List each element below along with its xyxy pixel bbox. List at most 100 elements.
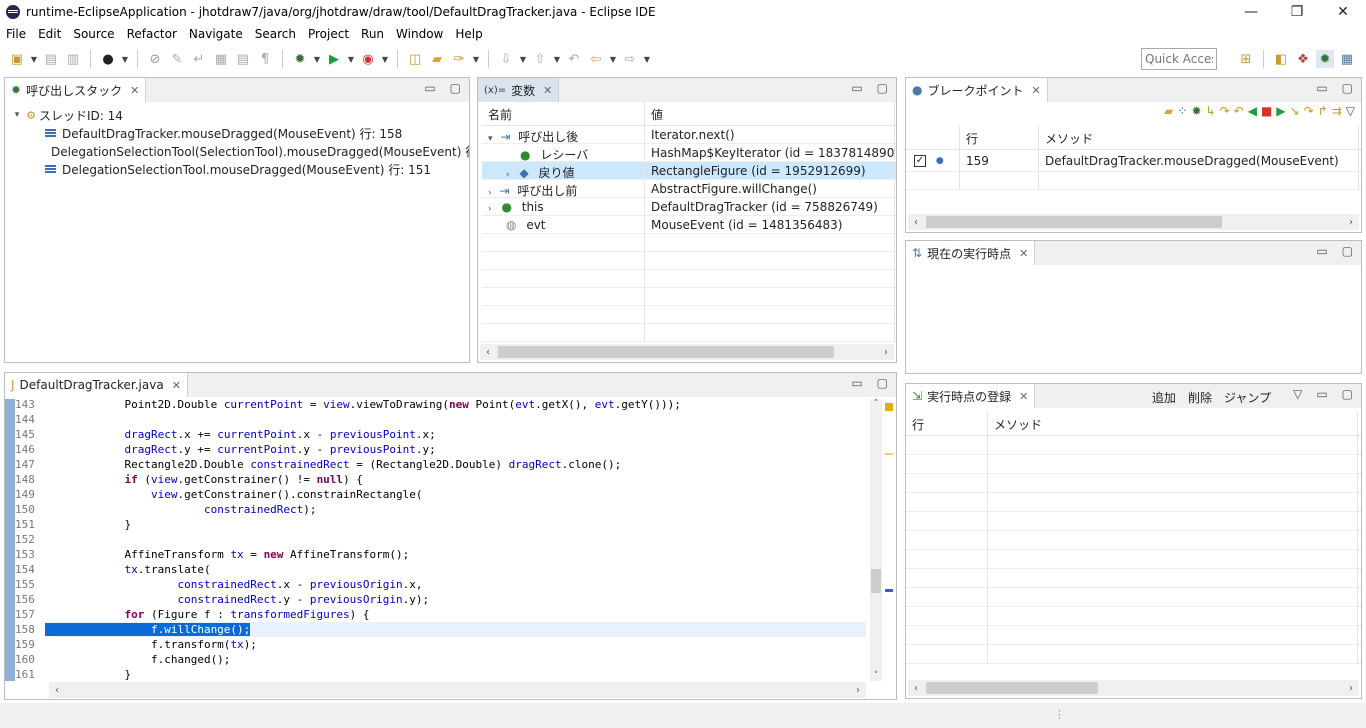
stop-icon[interactable]: ■ [1261, 104, 1272, 118]
forward-icon[interactable]: ⇨ [621, 50, 639, 68]
table-row[interactable]: ◍ evt MouseEvent (id = 1481356483) [482, 216, 896, 234]
table-row[interactable]: ▾ ⇥ 呼び出し後 Iterator.next() [482, 126, 896, 144]
minimize-icon[interactable]: ▭ [851, 81, 862, 95]
code-line[interactable]: 153 AffineTransform tx = new AffineTrans… [5, 547, 866, 562]
code-line[interactable]: 147 Rectangle2D.Double constrainedRect =… [5, 457, 866, 472]
close-icon[interactable]: ✕ [1019, 390, 1028, 403]
run-external-icon[interactable]: ◉ [359, 50, 377, 68]
add-button[interactable]: 追加 [1152, 389, 1176, 406]
code-line[interactable]: 155 constrainedRect.x - previousOrigin.x… [5, 577, 866, 592]
chevron-down-icon[interactable]: ▾ [488, 134, 493, 143]
table-row[interactable]: ● レシーバ HashMap$KeyIterator (id = 1837814… [482, 144, 896, 162]
new-icon[interactable]: ▣ [8, 50, 26, 68]
scroll-thumb[interactable] [926, 682, 1098, 694]
scroll-left-icon[interactable]: ‹ [480, 347, 496, 358]
scroll-right-icon[interactable]: › [850, 685, 866, 696]
code-line[interactable]: 146 dragRect.y += currentPoint.y - previ… [5, 442, 866, 457]
step-over-forward-icon[interactable]: ↷ [1304, 104, 1314, 118]
chevron-right-icon[interactable]: › [488, 188, 492, 197]
code-line[interactable]: 161 } [5, 667, 866, 682]
forward-dropdown-icon[interactable]: ▼ [643, 50, 651, 68]
maximize-icon[interactable]: ▢ [877, 376, 888, 390]
menu-source[interactable]: Source [67, 27, 120, 41]
back-icon[interactable]: ⇦ [587, 50, 605, 68]
close-icon[interactable]: ✕ [172, 379, 181, 392]
run-dropdown-icon[interactable]: ▼ [347, 50, 355, 68]
save-all-icon[interactable]: ▥ [64, 50, 82, 68]
column-header-line[interactable]: 行 [906, 412, 988, 435]
menu-edit[interactable]: Edit [32, 27, 67, 41]
search-tool-icon[interactable]: ✑ [450, 50, 468, 68]
column-header-line[interactable]: 行 [960, 126, 1039, 149]
scroll-left-icon[interactable]: ‹ [908, 217, 924, 228]
horizontal-scrollbar[interactable]: ‹ › [908, 680, 1359, 696]
last-edit-icon[interactable]: ↶ [565, 50, 583, 68]
horizontal-scrollbar[interactable]: ‹ › [908, 214, 1359, 230]
drop-frame-icon[interactable]: ▦ [212, 50, 230, 68]
code-line[interactable]: 158 f.willChange(); [5, 622, 866, 637]
scroll-thumb[interactable] [926, 216, 1222, 228]
open-perspective-icon[interactable]: ⊞ [1237, 50, 1255, 68]
menu-navigate[interactable]: Navigate [183, 27, 249, 41]
occurrence-marker[interactable] [885, 453, 893, 455]
code-line[interactable]: 154 tx.translate( [5, 562, 866, 577]
close-icon[interactable]: ✕ [130, 84, 139, 97]
code-line[interactable]: 152 [5, 532, 866, 547]
scroll-left-icon[interactable]: ‹ [49, 685, 65, 696]
minimize-icon[interactable]: ▭ [1316, 81, 1327, 95]
skip-breakpoints-icon[interactable]: ⊘ [146, 50, 164, 68]
layout-perspective-icon[interactable]: ▦ [1338, 50, 1356, 68]
delete-button[interactable]: 削除 [1188, 389, 1212, 406]
pen-icon[interactable]: ✎ [168, 50, 186, 68]
maximize-icon[interactable]: ▢ [877, 81, 888, 95]
code-line[interactable]: 160 f.changed(); [5, 652, 866, 667]
open-folder-icon[interactable]: ▰ [1164, 104, 1173, 118]
jump-button[interactable]: ジャンプ [1224, 389, 1271, 406]
code-line[interactable]: 159 f.transform(tx); [5, 637, 866, 652]
step-return-icon[interactable]: ↵ [190, 50, 208, 68]
git-perspective-icon[interactable]: ❖ [1294, 50, 1312, 68]
scroll-down-icon[interactable]: ˅ [870, 671, 882, 681]
add-breakpoint-icon[interactable]: ⁘ [1177, 104, 1187, 118]
code-line[interactable]: 156 constrainedRect.y - previousOrigin.y… [5, 592, 866, 607]
prev-annotation-icon[interactable]: ⇧ [531, 50, 549, 68]
maximize-icon[interactable]: ▢ [450, 81, 461, 95]
next-annotation-icon[interactable]: ⇩ [497, 50, 515, 68]
open-type-icon[interactable]: ◫ [406, 50, 424, 68]
scroll-right-icon[interactable]: › [878, 347, 894, 358]
close-icon[interactable]: ✕ [1032, 84, 1041, 97]
debug-config-icon[interactable]: ✹ [1191, 104, 1201, 118]
save-icon[interactable]: ▤ [42, 50, 60, 68]
tab-breakpoints[interactable]: ● ブレークポイント ✕ [906, 78, 1048, 102]
code-line[interactable]: 143 Point2D.Double currentPoint = view.v… [5, 397, 866, 412]
scroll-left-icon[interactable]: ‹ [908, 683, 924, 694]
scroll-track[interactable] [924, 682, 1343, 694]
overview-ruler[interactable] [884, 399, 894, 681]
new-dropdown-icon[interactable]: ▼ [30, 50, 38, 68]
debug-icon[interactable]: ✹ [291, 50, 309, 68]
scroll-right-icon[interactable]: › [1343, 683, 1359, 694]
minimize-icon[interactable]: ▭ [1316, 244, 1327, 258]
column-header-method[interactable]: メソッド [988, 412, 1358, 435]
code-line[interactable]: 149 view.getConstrainer().constrainRecta… [5, 487, 866, 502]
warning-marker-icon[interactable] [885, 403, 893, 411]
code-line[interactable]: 151 } [5, 517, 866, 532]
resume-icon[interactable]: ▶ [1276, 104, 1285, 118]
view-menu-icon[interactable]: ▽ [1346, 104, 1355, 118]
close-icon[interactable]: ✕ [1019, 247, 1028, 260]
code-line[interactable]: 148 if (view.getConstrainer() != null) { [5, 472, 866, 487]
run-icon[interactable]: ▶ [325, 50, 343, 68]
chevron-right-icon[interactable]: › [506, 170, 510, 179]
tab-registration[interactable]: ⇲ 実行時点の登録 ✕ [906, 384, 1036, 408]
stack-frame-row[interactable]: DelegationSelectionTool(SelectionTool).m… [5, 142, 469, 160]
step-into-icon[interactable]: ↳ [1206, 104, 1216, 118]
view-menu-icon[interactable]: ▽ [1293, 387, 1302, 401]
scroll-track[interactable] [496, 346, 878, 358]
debug-perspective-icon[interactable]: ✹ [1316, 50, 1334, 68]
tab-current-point[interactable]: ⇅ 現在の実行時点 ✕ [906, 241, 1036, 265]
minimize-button[interactable]: — [1228, 0, 1274, 24]
scroll-up-icon[interactable]: ˄ [870, 399, 882, 409]
tab-variables[interactable]: (x)= 変数 ✕ [478, 78, 560, 102]
scroll-track[interactable] [924, 216, 1343, 228]
tab-debug[interactable]: ✹ 呼び出しスタック ✕ [5, 78, 147, 102]
